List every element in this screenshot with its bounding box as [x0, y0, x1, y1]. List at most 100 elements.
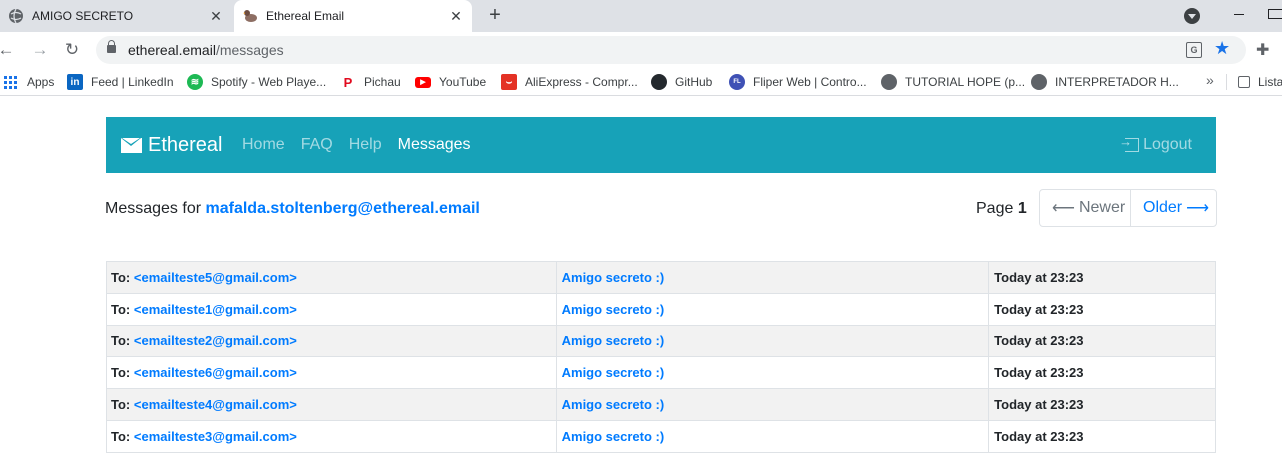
- recipient-cell: To: <emailteste5@gmail.com>: [106, 261, 557, 294]
- recipient-link[interactable]: <emailteste3@gmail.com>: [134, 429, 297, 444]
- subject-link[interactable]: Amigo secreto :): [562, 302, 665, 317]
- bookmark-tutorial-hope[interactable]: TUTORIAL HOPE (p...: [881, 74, 1025, 90]
- subject-link[interactable]: Amigo secreto :): [562, 333, 665, 348]
- tab-ethereal-email[interactable]: Ethereal Email ✕: [234, 0, 472, 32]
- minimize-icon[interactable]: [1234, 14, 1244, 15]
- table-row[interactable]: To: <emailteste6@gmail.com> Amigo secret…: [106, 356, 1216, 390]
- logout-link[interactable]: Logout: [1119, 134, 1192, 154]
- lock-icon[interactable]: [107, 40, 116, 53]
- aliexpress-icon: ⌣: [501, 74, 517, 90]
- tab-search-icon[interactable]: [1184, 8, 1200, 24]
- bookmarks-bar: Apps in Feed | LinkedIn ≋ Spotify - Web …: [0, 68, 1282, 96]
- forward-arrow-icon[interactable]: →: [30, 40, 50, 60]
- bookmark-label: GitHub: [675, 75, 713, 89]
- bookmark-label: Apps: [27, 75, 55, 89]
- star-icon[interactable]: ★: [1214, 38, 1230, 59]
- subject-cell: Amigo secreto :): [555, 261, 990, 294]
- nav-home[interactable]: Home: [242, 136, 285, 154]
- bookmark-linkedin[interactable]: in Feed | LinkedIn: [67, 74, 174, 90]
- bookmark-spotify[interactable]: ≋ Spotify - Web Playe...: [187, 74, 326, 90]
- extensions-puzzle-icon[interactable]: ✚: [1256, 40, 1269, 60]
- nav-help[interactable]: Help: [349, 136, 382, 154]
- bookmark-label: YouTube: [439, 75, 487, 89]
- subject-cell: Amigo secreto :): [555, 324, 990, 358]
- recipient-link[interactable]: <emailteste2@gmail.com>: [134, 333, 297, 348]
- reading-list[interactable]: Lista: [1238, 74, 1282, 90]
- fliper-icon: FL: [729, 74, 745, 90]
- page-indicator: Page 1: [976, 200, 1027, 218]
- to-label: To:: [111, 428, 131, 444]
- subject-link[interactable]: Amigo secreto :): [562, 270, 665, 285]
- newer-label: Newer: [1078, 199, 1126, 216]
- bookmark-label: AliExpress - Compr...: [525, 75, 638, 89]
- new-tab-button[interactable]: +: [484, 4, 506, 26]
- to-label: To:: [111, 365, 131, 381]
- recipient-link[interactable]: <emailteste6@gmail.com>: [134, 365, 297, 380]
- reading-list-icon: [1238, 76, 1250, 88]
- pagination: ⟵ Newer Older ⟶: [1039, 189, 1217, 227]
- brand-logo[interactable]: Ethereal: [121, 134, 223, 157]
- spotify-icon: ≋: [187, 74, 203, 90]
- bookmark-label: Pichau: [364, 75, 401, 89]
- logout-label: Logout: [1143, 136, 1192, 153]
- table-row[interactable]: To: <emailteste2@gmail.com> Amigo secret…: [106, 324, 1216, 358]
- messages-for-prefix: Messages for: [105, 200, 202, 217]
- bookmark-label: TUTORIAL HOPE (p...: [905, 75, 1026, 89]
- translate-icon[interactable]: G: [1186, 42, 1202, 58]
- subject-cell: Amigo secreto :): [555, 356, 990, 390]
- subject-cell: Amigo secreto :): [555, 292, 990, 326]
- restore-icon[interactable]: [1268, 9, 1282, 19]
- newer-button[interactable]: ⟵ Newer: [1040, 190, 1131, 226]
- bookmark-apps[interactable]: Apps: [4, 74, 54, 90]
- bookmark-fliper[interactable]: FL Fliper Web | Contro...: [729, 74, 867, 90]
- bookmark-interpretador[interactable]: INTERPRETADOR H...: [1031, 74, 1179, 90]
- subject-link[interactable]: Amigo secreto :): [562, 365, 665, 380]
- apps-grid-icon: [4, 75, 17, 89]
- bookmark-youtube[interactable]: ▶ YouTube: [415, 74, 486, 90]
- older-button[interactable]: Older ⟶: [1131, 190, 1216, 226]
- to-label: To:: [111, 333, 131, 349]
- date-cell: Today at 23:23: [988, 388, 1216, 421]
- bookmark-aliexpress[interactable]: ⌣ AliExpress - Compr...: [501, 74, 638, 90]
- mailbox-email: mafalda.stoltenberg@ethereal.email: [205, 200, 480, 217]
- subject-link[interactable]: Amigo secreto :): [562, 397, 665, 412]
- github-icon: [651, 74, 667, 90]
- bookmark-label: Feed | LinkedIn: [91, 75, 174, 89]
- to-label: To:: [111, 301, 131, 317]
- bookmark-label: Fliper Web | Contro...: [753, 75, 867, 89]
- nav-faq[interactable]: FAQ: [301, 136, 333, 154]
- globe-icon: [881, 74, 897, 90]
- reading-list-label: Lista: [1258, 75, 1282, 89]
- nav-messages[interactable]: Messages: [398, 136, 471, 154]
- table-row[interactable]: To: <emailteste1@gmail.com> Amigo secret…: [106, 292, 1216, 326]
- bookmark-github[interactable]: GitHub: [651, 74, 712, 90]
- back-arrow-icon[interactable]: ←: [0, 40, 16, 60]
- messages-table: To: <emailteste5@gmail.com> Amigo secret…: [106, 261, 1216, 453]
- reload-icon[interactable]: ↻: [62, 40, 82, 60]
- close-icon[interactable]: ✕: [208, 8, 224, 24]
- nav-links: Home FAQ Help Messages: [242, 136, 487, 154]
- recipient-link[interactable]: <emailteste4@gmail.com>: [134, 397, 297, 412]
- address-bar[interactable]: ethereal.email/messages G ★: [96, 36, 1246, 64]
- tab-title: AMIGO SECRETO: [32, 9, 134, 23]
- close-icon[interactable]: ✕: [448, 8, 464, 24]
- recipient-cell: To: <emailteste6@gmail.com>: [106, 356, 557, 390]
- pichau-icon: P: [343, 74, 353, 90]
- recipient-link[interactable]: <emailteste1@gmail.com>: [134, 302, 297, 317]
- date-cell: Today at 23:23: [988, 324, 1216, 358]
- bookmark-label: INTERPRETADOR H...: [1055, 75, 1179, 89]
- tab-strip: AMIGO SECRETO ✕ Ethereal Email ✕ +: [0, 0, 1282, 32]
- ethereal-duck-icon: [242, 8, 258, 24]
- url-text[interactable]: ethereal.email/messages: [128, 42, 284, 58]
- linkedin-icon: in: [67, 74, 83, 90]
- recipient-cell: To: <emailteste4@gmail.com>: [106, 388, 557, 421]
- date-cell: Today at 23:23: [988, 292, 1216, 326]
- subject-link[interactable]: Amigo secreto :): [562, 429, 665, 444]
- table-row[interactable]: To: <emailteste5@gmail.com> Amigo secret…: [106, 261, 1216, 294]
- recipient-link[interactable]: <emailteste5@gmail.com>: [134, 270, 297, 285]
- bookmarks-overflow-chevron-icon[interactable]: »: [1206, 72, 1214, 88]
- table-row[interactable]: To: <emailteste4@gmail.com> Amigo secret…: [106, 388, 1216, 421]
- bookmark-pichau[interactable]: P Pichau: [340, 74, 401, 90]
- tab-amigo-secreto[interactable]: AMIGO SECRETO ✕: [0, 0, 232, 32]
- date-cell: Today at 23:23: [988, 356, 1216, 390]
